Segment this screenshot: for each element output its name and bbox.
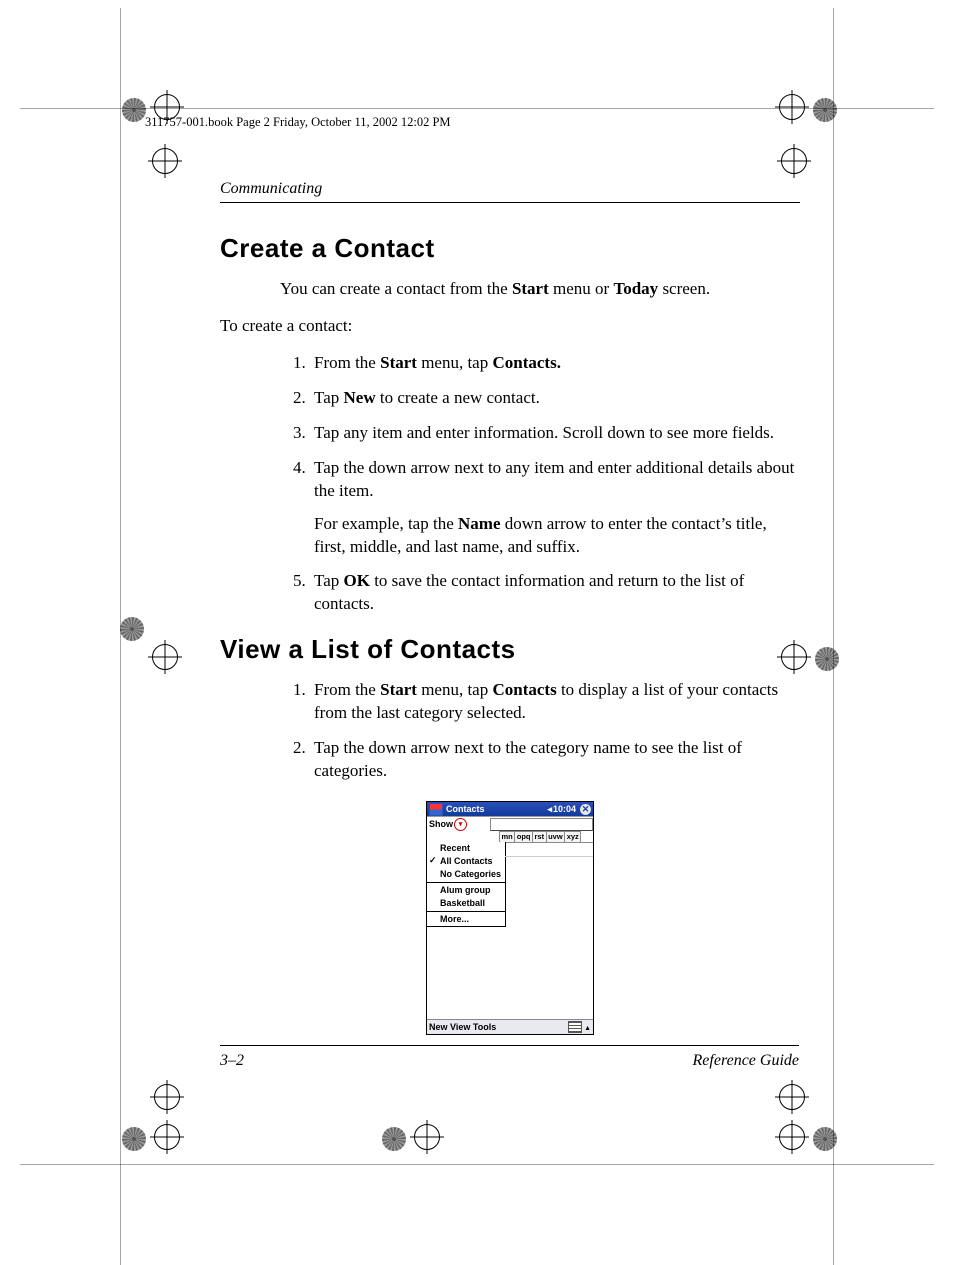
ppc-title: Contacts: [446, 804, 485, 814]
crosshair-icon: [775, 90, 809, 124]
registration-mark-icon: [813, 645, 841, 673]
step: Tap the down arrow next to the category …: [310, 737, 800, 783]
keyboard-icon: [568, 1021, 582, 1033]
ppc-time: 10:04: [553, 804, 576, 814]
step-sub: For example, tap the Name down arrow to …: [314, 513, 800, 559]
registration-mark-icon: [120, 1125, 148, 1153]
book-meta-line: 311757-001.book Page 2 Friday, October 1…: [145, 115, 451, 130]
page-number: 3–2: [220, 1052, 244, 1070]
ppc-cat-item-selected: All Contacts: [427, 855, 505, 868]
steps-create: From the Start menu, tap Contacts. Tap N…: [290, 352, 800, 616]
close-icon: ✕: [580, 804, 591, 815]
alpha-tab: opq: [514, 831, 533, 842]
crosshair-icon: [150, 1120, 184, 1154]
crosshair-icon: [150, 1080, 184, 1114]
crosshair-icon: [148, 144, 182, 178]
ppc-cat-item: Recent: [427, 842, 505, 855]
section-title-create: Create a Contact: [220, 233, 800, 264]
registration-mark-icon: [120, 96, 148, 124]
ppc-search-box: [490, 818, 593, 831]
registration-mark-icon: [811, 1125, 839, 1153]
footer-right: Reference Guide: [693, 1052, 799, 1070]
running-head: Communicating: [220, 180, 800, 198]
registration-mark-icon: [811, 96, 839, 124]
crosshair-icon: [148, 640, 182, 674]
alpha-tab: mn: [499, 831, 515, 842]
ppc-list-area: [427, 927, 593, 1019]
steps-view: From the Start menu, tap Contacts to dis…: [290, 679, 800, 783]
ppc-cat-item: More...: [427, 913, 505, 926]
crosshair-icon: [777, 144, 811, 178]
crosshair-icon: [775, 1080, 809, 1114]
ppc-cat-item: Basketball: [427, 897, 505, 910]
step: From the Start menu, tap Contacts.: [310, 352, 800, 375]
pocketpc-screenshot: Contacts 10:04 ✕ Show▾ mn opq rst uvw xy…: [426, 801, 594, 1035]
alpha-tab: rst: [532, 831, 547, 842]
ppc-menu-view: View: [450, 1022, 470, 1032]
ppc-cat-item: No Categories: [427, 868, 505, 881]
ppc-menu-new: New: [429, 1022, 448, 1032]
alpha-tab: xyz: [564, 831, 581, 842]
step: Tap OK to save the contact information a…: [310, 570, 800, 616]
step: Tap New to create a new contact.: [310, 387, 800, 410]
alpha-tab: uvw: [546, 831, 566, 842]
ppc-menubar: New View Tools: [427, 1019, 593, 1034]
rule: [220, 202, 800, 203]
lead-line: To create a contact:: [220, 315, 800, 338]
section-title-view: View a List of Contacts: [220, 634, 800, 665]
crosshair-icon: [775, 1120, 809, 1154]
registration-mark-icon: [380, 1125, 408, 1153]
dropdown-arrow-icon: ▾: [454, 818, 467, 831]
ppc-cat-item: Alum group: [427, 884, 505, 897]
intro-paragraph: You can create a contact from the Start …: [280, 278, 800, 301]
rule: [220, 1045, 799, 1046]
registration-mark-icon: [118, 615, 146, 643]
show-dropdown: Show▾: [427, 818, 468, 831]
up-arrow-icon: [584, 1022, 591, 1032]
step: From the Start menu, tap Contacts to dis…: [310, 679, 800, 725]
ppc-category-menu: Recent All Contacts No Categories Alum g…: [427, 842, 506, 927]
crosshair-icon: [410, 1120, 444, 1154]
step: Tap the down arrow next to any item and …: [310, 457, 800, 559]
ppc-titlebar: Contacts 10:04 ✕: [427, 802, 593, 816]
step: Tap any item and enter information. Scro…: [310, 422, 800, 445]
start-flag-icon: [429, 803, 443, 816]
ppc-menu-tools: Tools: [473, 1022, 496, 1032]
